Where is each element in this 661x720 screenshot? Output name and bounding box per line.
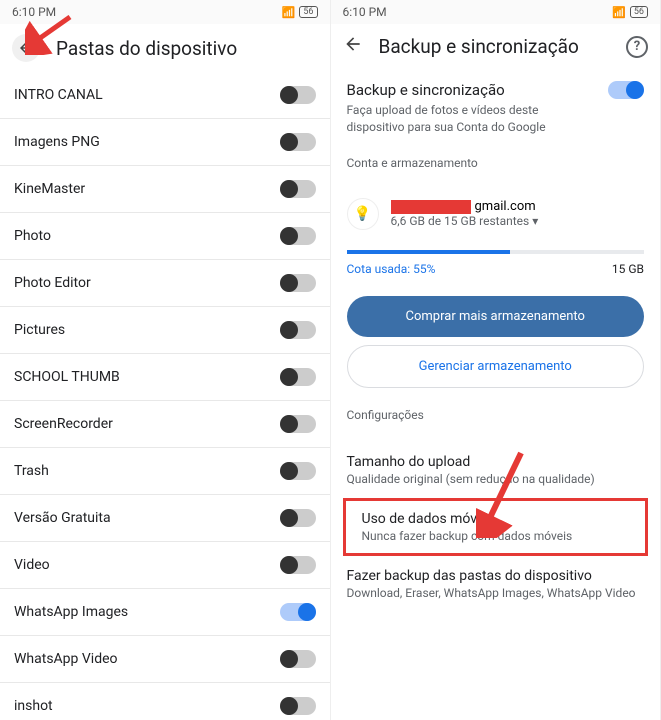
folder-item[interactable]: Pictures <box>0 307 330 354</box>
folder-toggle[interactable] <box>280 603 316 621</box>
folder-item[interactable]: SCHOOL THUMB <box>0 354 330 401</box>
setting-backup-folders[interactable]: Fazer backup das pastas do dispositivo D… <box>331 556 661 612</box>
quota-used: Cota usada: 55% <box>347 262 436 276</box>
folder-toggle[interactable] <box>280 556 316 574</box>
folder-label: Pictures <box>14 322 65 338</box>
storage-progress-fill <box>347 250 511 254</box>
folder-label: WhatsApp Images <box>14 604 128 620</box>
folder-toggle[interactable] <box>280 133 316 151</box>
folder-list: INTRO CANAL Imagens PNG KineMaster Photo Pho… <box>0 72 330 720</box>
backup-toggle[interactable] <box>608 81 644 99</box>
help-icon[interactable]: ? <box>626 36 648 58</box>
email-line: gmail.com <box>391 199 645 214</box>
folder-toggle[interactable] <box>280 697 316 715</box>
arrow-left-icon <box>343 34 363 54</box>
folder-item[interactable]: inshot <box>0 683 330 720</box>
battery-icon: 56 <box>299 6 317 18</box>
back-button[interactable] <box>343 34 363 59</box>
folder-label: ScreenRecorder <box>14 416 113 432</box>
folder-item[interactable]: Photo Editor <box>0 260 330 307</box>
folder-toggle[interactable] <box>280 227 316 245</box>
backup-desc: Faça upload de fotos e vídeos deste disp… <box>347 102 597 136</box>
folder-label: Versão Gratuita <box>14 510 111 526</box>
folder-label: inshot <box>14 698 53 714</box>
setting-desc: Download, Eraser, WhatsApp Images, Whats… <box>347 586 645 600</box>
config-heading: Configurações <box>347 408 645 422</box>
folder-item[interactable]: Video <box>0 542 330 589</box>
folder-label: Trash <box>14 463 49 479</box>
screen-backup-sync: 6:10 PM 📶 56 Backup e sincronização ? Ba… <box>331 0 661 720</box>
avatar: 💡 <box>347 198 379 230</box>
folder-item[interactable]: Versão Gratuita <box>0 495 330 542</box>
quota-row: Cota usada: 55% 15 GB <box>331 258 661 288</box>
folder-item[interactable]: WhatsApp Images <box>0 589 330 636</box>
backup-toggle-row: Backup e sincronização Faça upload de fo… <box>331 69 661 144</box>
folder-toggle[interactable] <box>280 274 316 292</box>
storage-line: 6,6 GB de 15 GB restantes ▾ <box>391 214 645 228</box>
annotation-arrow-back <box>25 15 75 55</box>
folder-toggle[interactable] <box>280 650 316 668</box>
quota-total: 15 GB <box>612 262 644 276</box>
folder-label: SCHOOL THUMB <box>14 369 120 385</box>
account-row[interactable]: 💡 gmail.com 6,6 GB de 15 GB restantes ▾ <box>331 190 661 238</box>
status-bar: 6:10 PM 📶 56 <box>331 0 661 24</box>
folder-toggle[interactable] <box>280 509 316 527</box>
folder-label: Video <box>14 557 50 573</box>
manage-storage-button[interactable]: Gerenciar armazenamento <box>347 345 645 388</box>
folder-toggle[interactable] <box>280 321 316 339</box>
email-suffix: gmail.com <box>475 199 536 214</box>
signal-icon: 📶 <box>282 6 296 19</box>
signal-icon: 📶 <box>612 6 626 19</box>
storage-progress <box>347 250 645 254</box>
page-title: Backup e sincronização <box>379 35 579 58</box>
account-heading: Conta e armazenamento <box>347 156 645 170</box>
folder-label: Photo Editor <box>14 275 91 291</box>
battery-icon: 56 <box>630 6 648 18</box>
status-icons: 📶 56 <box>612 6 648 19</box>
chevron-down-icon: ▾ <box>532 214 538 228</box>
status-time: 6:10 PM <box>343 5 387 19</box>
folder-item[interactable]: KineMaster <box>0 166 330 213</box>
folder-toggle[interactable] <box>280 86 316 104</box>
folder-label: Photo <box>14 228 51 244</box>
folder-item[interactable]: Photo <box>0 213 330 260</box>
status-icons: 📶 56 <box>282 6 318 19</box>
folder-toggle[interactable] <box>280 368 316 386</box>
header: Backup e sincronização ? <box>331 24 661 69</box>
folder-item[interactable]: Trash <box>0 448 330 495</box>
folder-item[interactable]: ScreenRecorder <box>0 401 330 448</box>
account-section: Conta e armazenamento <box>331 144 661 190</box>
buy-storage-button[interactable]: Comprar mais armazenamento <box>347 296 645 337</box>
folder-label: INTRO CANAL <box>14 87 103 103</box>
page-title: Pastas do dispositivo <box>56 37 237 60</box>
folder-label: Imagens PNG <box>14 134 100 150</box>
annotation-arrow-mobile-data <box>476 448 526 538</box>
folder-label: WhatsApp Video <box>14 651 118 667</box>
folder-item[interactable]: WhatsApp Video <box>0 636 330 683</box>
config-section: Configurações <box>331 396 661 442</box>
folder-item[interactable]: INTRO CANAL <box>0 72 330 119</box>
folder-toggle[interactable] <box>280 415 316 433</box>
redacted-email <box>391 200 471 214</box>
folder-label: KineMaster <box>14 181 85 197</box>
folder-toggle[interactable] <box>280 180 316 198</box>
backup-title: Backup e sincronização <box>347 81 597 99</box>
screen-device-folders: 6:10 PM 📶 56 Pastas do dispositivo INTRO… <box>0 0 331 720</box>
folder-toggle[interactable] <box>280 462 316 480</box>
folder-item[interactable]: Imagens PNG <box>0 119 330 166</box>
setting-title: Fazer backup das pastas do dispositivo <box>347 568 645 584</box>
